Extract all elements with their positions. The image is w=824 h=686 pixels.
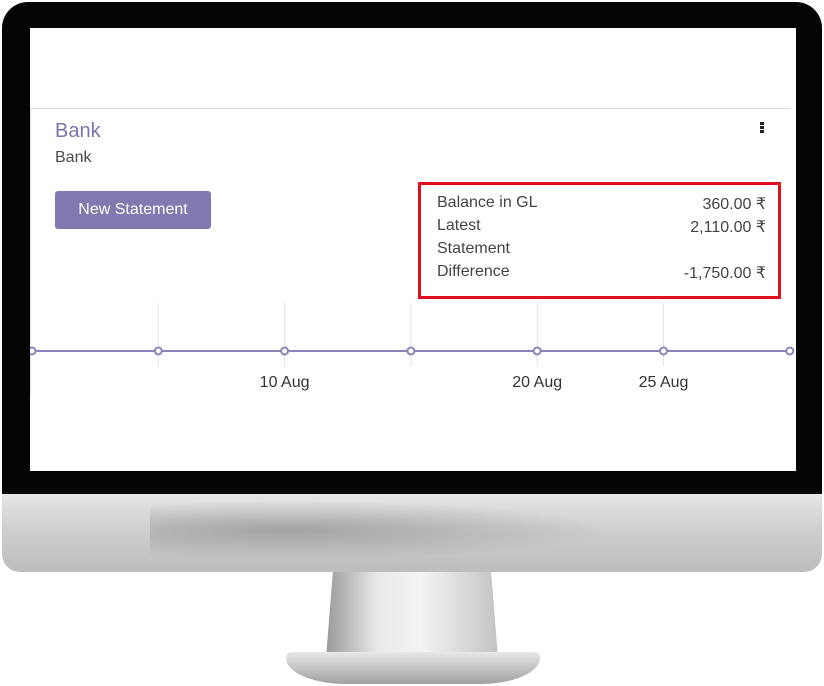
monitor-chin-reflection xyxy=(150,500,610,560)
balance-summary-box: Balance in GL 360.00 ₹ Latest 2,110.00 ₹… xyxy=(418,182,781,299)
chart-point[interactable] xyxy=(659,346,668,356)
chart-point[interactable] xyxy=(532,346,542,356)
latest-statement-label-line2: Statement xyxy=(437,240,510,257)
monitor-stand-base xyxy=(286,652,540,684)
journal-title[interactable]: Bank xyxy=(55,120,101,143)
chart-point[interactable] xyxy=(30,346,37,356)
card-top-divider xyxy=(30,108,790,109)
chart-point[interactable] xyxy=(406,346,416,356)
difference-value: -1,750.00 ₹ xyxy=(683,265,766,282)
chart-point[interactable] xyxy=(280,346,290,356)
balance-in-gl-value: 360.00 ₹ xyxy=(702,196,766,213)
chart-tick-label: 20 Aug xyxy=(512,374,562,391)
journal-subtitle: Bank xyxy=(55,149,92,166)
chart-tick-label: 10 Aug xyxy=(260,374,310,391)
kebab-menu-icon[interactable] xyxy=(758,122,766,138)
new-statement-button[interactable]: New Statement xyxy=(55,191,211,229)
balance-in-gl-label: Balance in GL xyxy=(437,194,538,211)
chart-point[interactable] xyxy=(153,346,163,356)
monitor-stand-neck xyxy=(326,572,498,658)
latest-statement-value: 2,110.00 ₹ xyxy=(690,219,766,236)
balance-timeline-chart: 10 Aug 20 Aug 25 Aug xyxy=(30,303,795,391)
chart-point[interactable] xyxy=(785,346,795,356)
latest-statement-label-line1: Latest xyxy=(437,217,481,234)
screen: Bank Bank New Statement Balance in GL 36… xyxy=(30,28,796,471)
chart-tick-label: 25 Aug xyxy=(639,374,689,391)
difference-label: Difference xyxy=(437,263,510,280)
